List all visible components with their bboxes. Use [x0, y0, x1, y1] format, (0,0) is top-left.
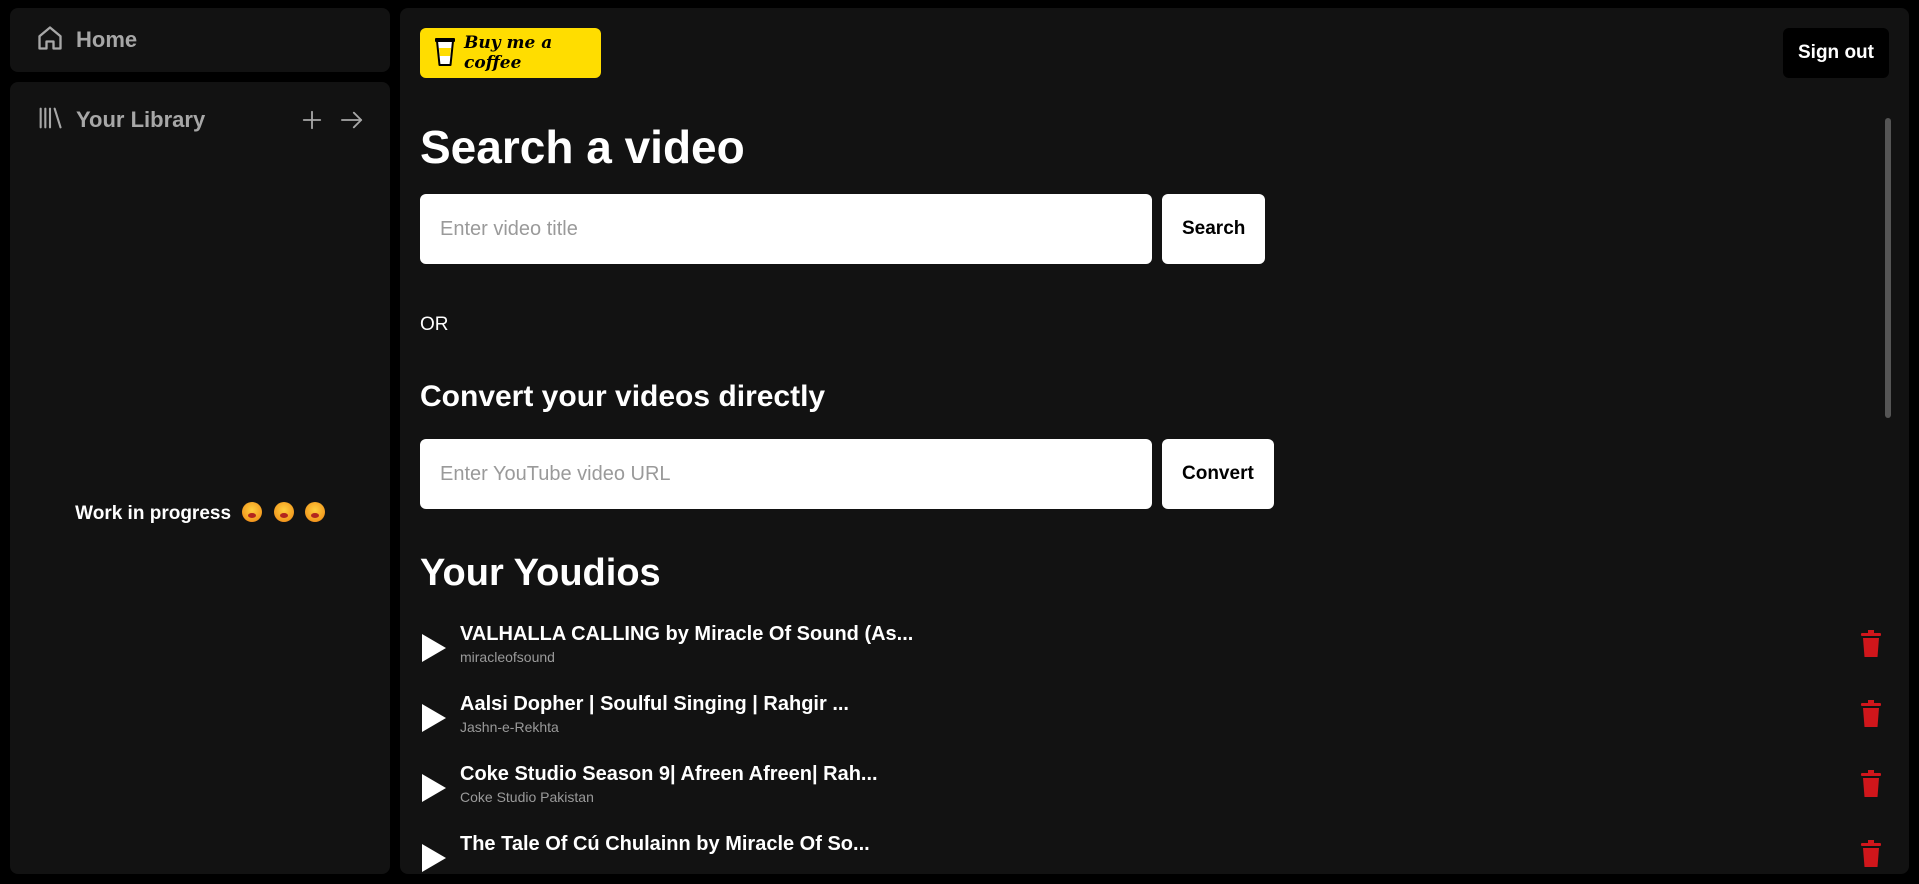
search-button[interactable]: Search [1162, 194, 1266, 264]
library-label[interactable]: Your Library [76, 107, 290, 133]
sidebar-home-label: Home [76, 27, 138, 52]
trash-icon[interactable] [1859, 700, 1883, 728]
trash-icon[interactable] [1859, 840, 1883, 868]
search-input[interactable] [420, 194, 1152, 264]
list-item: Aalsi Dopher | Soulful Singing | Rahgir … [420, 690, 1889, 760]
search-title: Search a video [420, 121, 745, 173]
trash-icon[interactable] [1859, 630, 1883, 658]
scrollbar[interactable] [1885, 118, 1891, 418]
list-item: VALHALLA CALLING by Miracle Of Sound (As… [420, 620, 1889, 690]
track-artist: Jashn-e-Rekhta [460, 719, 559, 735]
play-icon[interactable] [420, 698, 448, 738]
coffee-label: Buy me a coffee [464, 33, 553, 73]
trash-icon[interactable] [1859, 770, 1883, 798]
sidebar-home[interactable]: Home [10, 8, 390, 72]
hot-face-emoji-icon [273, 502, 294, 522]
track-artist: miracleofsound [460, 649, 555, 665]
convert-title: Convert your videos directly [420, 380, 826, 413]
work-in-progress-text: Work in progress [10, 502, 390, 525]
main-panel: Buy me a coffee Sign out Search a video … [400, 8, 1909, 874]
coffee-cup-icon [434, 35, 456, 72]
track-title: Aalsi Dopher | Soulful Singing | Rahgir … [460, 693, 849, 715]
list-item: The Tale Of Cú Chulainn by Miracle Of So… [420, 830, 1889, 874]
youdios-list: VALHALLA CALLING by Miracle Of Sound (As… [420, 620, 1889, 874]
youdios-title: Your Youdios [420, 552, 661, 594]
play-icon[interactable] [420, 838, 448, 874]
list-item: Coke Studio Season 9| Afreen Afreen| Rah… [420, 760, 1889, 830]
play-icon[interactable] [420, 628, 448, 668]
buy-me-a-coffee-button[interactable]: Buy me a coffee [420, 28, 601, 78]
or-divider-text: OR [420, 314, 449, 335]
library-header: Your Library [36, 100, 370, 140]
add-playlist-button[interactable] [294, 102, 330, 138]
library-icon [36, 104, 64, 137]
sign-out-button[interactable]: Sign out [1783, 28, 1889, 78]
play-icon[interactable] [420, 768, 448, 808]
home-icon [36, 24, 64, 57]
track-artist: Coke Studio Pakistan [460, 789, 594, 805]
track-title: Coke Studio Season 9| Afreen Afreen| Rah… [460, 763, 878, 785]
wip-label: Work in progress [75, 503, 232, 524]
url-input[interactable] [420, 439, 1152, 509]
hot-face-emoji-icon [304, 502, 325, 522]
expand-library-button[interactable] [334, 102, 370, 138]
search-row: Search [420, 194, 1266, 264]
track-title: VALHALLA CALLING by Miracle Of Sound (As… [460, 623, 914, 645]
track-title: The Tale Of Cú Chulainn by Miracle Of So… [460, 833, 870, 855]
convert-button[interactable]: Convert [1162, 439, 1274, 509]
hot-face-emoji-icon [242, 502, 263, 522]
convert-row: Convert [420, 439, 1274, 509]
sidebar-library: Your Library Work in progress [10, 82, 390, 874]
arrow-right-icon [340, 111, 363, 129]
plus-icon [302, 110, 322, 130]
